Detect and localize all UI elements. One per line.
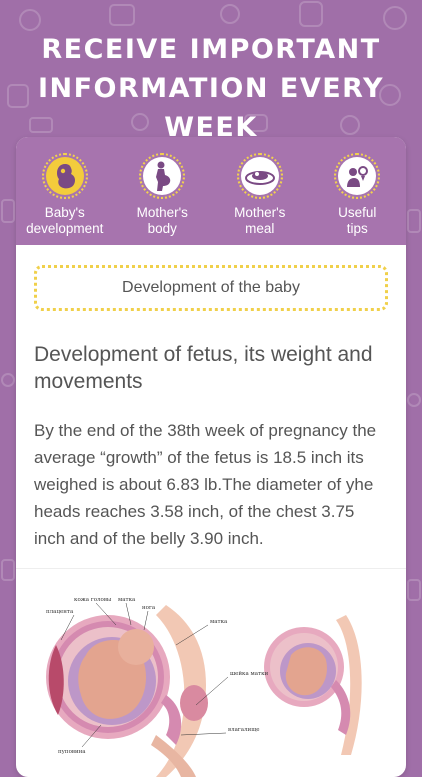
tab-icon-ring [334, 153, 381, 199]
tab-babys-development[interactable]: Baby's development [20, 153, 110, 237]
article-title: Development of fetus, its weight and mov… [34, 343, 373, 393]
article-body: By the end of the 38th week of pregnancy… [34, 421, 377, 548]
tab-icon-ring [236, 153, 283, 199]
tab-label: Baby's development [26, 205, 104, 236]
section-title-box: Development of the baby [34, 265, 388, 311]
meal-plate-icon [244, 171, 275, 185]
label-placenta: плацента [46, 609, 74, 615]
label-scalp: кожа головы [74, 597, 112, 603]
label-uterus-top: матка [118, 597, 136, 603]
content-card: Baby's development Mother's body Mother'… [16, 137, 406, 777]
label-vagina: влагалище [228, 727, 260, 733]
tab-mothers-body[interactable]: Mother's body [117, 153, 207, 237]
tab-useful-tips[interactable]: Useful tips [312, 153, 402, 237]
tab-mothers-meal[interactable]: Mother's meal [215, 153, 305, 237]
category-tab-bar: Baby's development Mother's body Mother'… [16, 137, 406, 245]
tab-icon-ring [41, 153, 88, 199]
label-leg: нога [142, 605, 156, 611]
headline: RECEIVE IMPORTANT INFORMATION EVERY WEEK [37, 34, 385, 143]
tab-label: Mother's body [136, 205, 188, 236]
tab-label: Mother's meal [234, 205, 286, 236]
baby-icon [56, 164, 75, 189]
pregnant-mother-icon [156, 161, 171, 191]
tab-label: Useful tips [338, 205, 377, 236]
fetus-illustration: кожа головы матка нога плацента матка ше… [46, 597, 362, 777]
label-uterus-side: матка [210, 619, 228, 625]
tab-icon-ring [139, 153, 186, 199]
divider [16, 568, 406, 569]
tips-icon [347, 166, 369, 187]
label-cervix: шейка матки [230, 671, 269, 677]
